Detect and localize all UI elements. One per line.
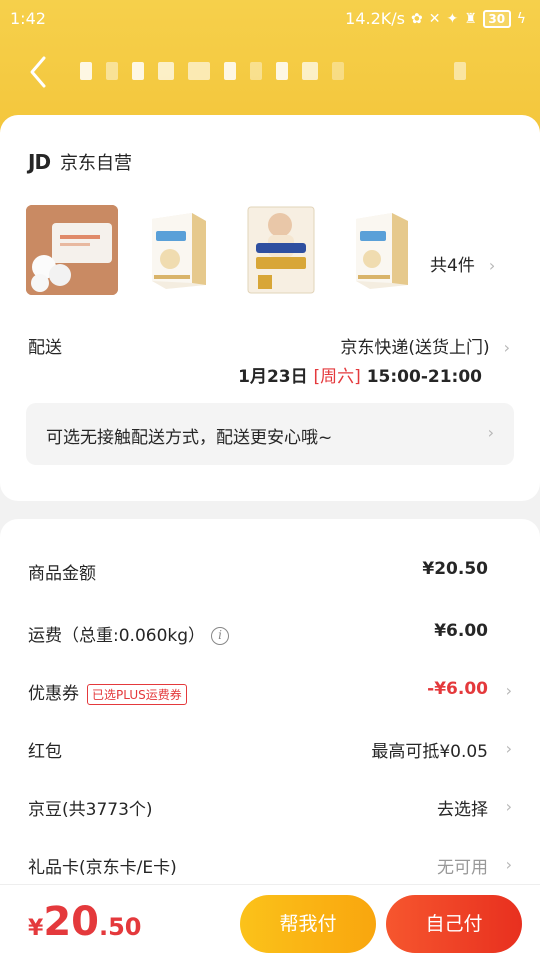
milk-powder-image: [356, 213, 408, 289]
redpacket-row[interactable]: 红包 最高可抵¥0.05 ›: [28, 737, 512, 767]
product-count-label: 共4件: [430, 256, 475, 276]
jingdou-value: 去选择: [437, 800, 488, 820]
giftcard-label: 礼品卡(京东卡/E卡): [28, 858, 177, 878]
jingdou-label: 京豆(共3773个): [28, 800, 153, 820]
nav-title-redacted: [80, 62, 466, 80]
chevron-right-icon: ›: [503, 338, 510, 357]
product-list[interactable]: 共4件 ›: [26, 205, 516, 295]
back-arrow-icon: [30, 56, 46, 88]
product-image-moony-diapers[interactable]: [246, 205, 316, 295]
redacted-block: [80, 62, 92, 80]
goods-amount-label: 商品金额: [28, 564, 96, 584]
nav-bar: [0, 40, 540, 104]
chevron-right-icon: ›: [505, 681, 512, 700]
network-speed: 14.2K/s: [345, 9, 405, 28]
delivery-time-window: 15:00-21:00: [366, 367, 482, 387]
milk-powder-image: [152, 213, 206, 289]
mute-icon: ✕: [428, 10, 441, 27]
status-bar: 1:42 14.2K/s ✿ ✕ ✦ ♜ 30 ϟ: [0, 0, 540, 36]
currency-symbol: ¥: [28, 916, 44, 941]
delivery-label: 配送: [28, 338, 62, 358]
total-price-integer: 20: [43, 899, 99, 945]
redacted-block: [454, 62, 466, 80]
status-right: 14.2K/s ✿ ✕ ✦ ♜ 30 ϟ: [345, 9, 526, 28]
product-image-cotton-pads[interactable]: [26, 205, 118, 295]
giftcard-row[interactable]: 礼品卡(京东卡/E卡) 无可用 ›: [28, 853, 512, 883]
delivery-method[interactable]: 京东快递(送货上门) ›: [340, 333, 510, 358]
delivery-weekday: [周六]: [313, 367, 361, 387]
shop-row: JD 京东自营: [28, 149, 132, 175]
delivery-date: 1月23日: [238, 367, 308, 387]
info-icon[interactable]: i: [211, 627, 230, 645]
chevron-right-icon: ›: [505, 739, 512, 758]
product-image-milk-powder-2[interactable]: [352, 205, 414, 295]
app-icon: ♜: [464, 10, 477, 27]
delivery-method-label: 京东快递(送货上门): [340, 338, 490, 358]
redacted-block: [276, 62, 288, 80]
self-pay-button[interactable]: 自己付: [386, 895, 522, 953]
jd-logo: JD: [28, 150, 51, 174]
redpacket-label: 红包: [28, 742, 62, 762]
coupon-label-wrap: 优惠券 已选PLUS运费券: [28, 679, 187, 705]
product-count[interactable]: 共4件 ›: [430, 251, 495, 276]
total-price: ¥20.50: [28, 899, 142, 945]
moony-diapers-image: [247, 206, 315, 294]
product-image-milk-powder[interactable]: [142, 205, 234, 295]
redacted-block: [158, 62, 174, 80]
redacted-block: [224, 62, 236, 80]
shipping-row: 运费（总重:0.060kg） i ¥6.00: [28, 621, 512, 651]
giftcard-value: 无可用: [437, 858, 488, 878]
total-price-decimal: .50: [98, 913, 142, 941]
help-pay-button[interactable]: 帮我付: [240, 895, 376, 953]
redacted-block: [332, 62, 344, 80]
contactless-delivery-option[interactable]: 可选无接触配送方式，配送更安心哦~ ›: [26, 403, 514, 465]
shop-name: 京东自营: [60, 153, 133, 174]
redpacket-value: 最高可抵¥0.05: [371, 742, 488, 762]
coupon-row[interactable]: 优惠券 已选PLUS运费券 -¥6.00 ›: [28, 679, 512, 709]
goods-amount-value: ¥20.50: [422, 559, 488, 579]
shipping-value: ¥6.00: [434, 621, 488, 641]
charging-icon: ϟ: [516, 10, 526, 27]
back-button[interactable]: [22, 52, 56, 92]
chevron-right-icon: ›: [505, 797, 512, 816]
signal-icon: ✦: [446, 10, 459, 27]
chevron-right-icon: ›: [505, 855, 512, 874]
coupon-value: -¥6.00: [427, 679, 488, 699]
goods-amount-row: 商品金额 ¥20.50: [28, 559, 512, 589]
checkout-bar: ¥20.50 帮我付 自己付: [0, 884, 540, 960]
status-time: 1:42: [10, 9, 46, 28]
coupon-label: 优惠券: [28, 684, 79, 704]
redacted-block: [132, 62, 144, 80]
contactless-tip: 可选无接触配送方式，配送更安心哦~: [46, 428, 333, 448]
shipping-label-wrap: 运费（总重:0.060kg） i: [28, 621, 230, 646]
redacted-block: [106, 62, 118, 80]
delivery-time: 1月23日 [周六] 15:00-21:00: [238, 362, 482, 387]
redacted-block: [302, 62, 318, 80]
cotton-pads-image: [26, 205, 118, 295]
chevron-right-icon: ›: [487, 423, 494, 442]
order-info-card: JD 京东自营 共4件 › 配送 京东快递(送货上门) › 1月23日 [周六]…: [0, 115, 540, 501]
chevron-right-icon: ›: [488, 256, 496, 275]
plus-coupon-badge: 已选PLUS运费券: [87, 683, 187, 705]
battery-icon: 30: [482, 9, 511, 28]
jingdou-row[interactable]: 京豆(共3773个) 去选择 ›: [28, 795, 512, 825]
shipping-label: 运费（总重:0.060kg）: [28, 626, 206, 646]
redacted-block: [188, 62, 210, 80]
redacted-block: [250, 62, 262, 80]
notification-icon: ✿: [410, 10, 423, 27]
